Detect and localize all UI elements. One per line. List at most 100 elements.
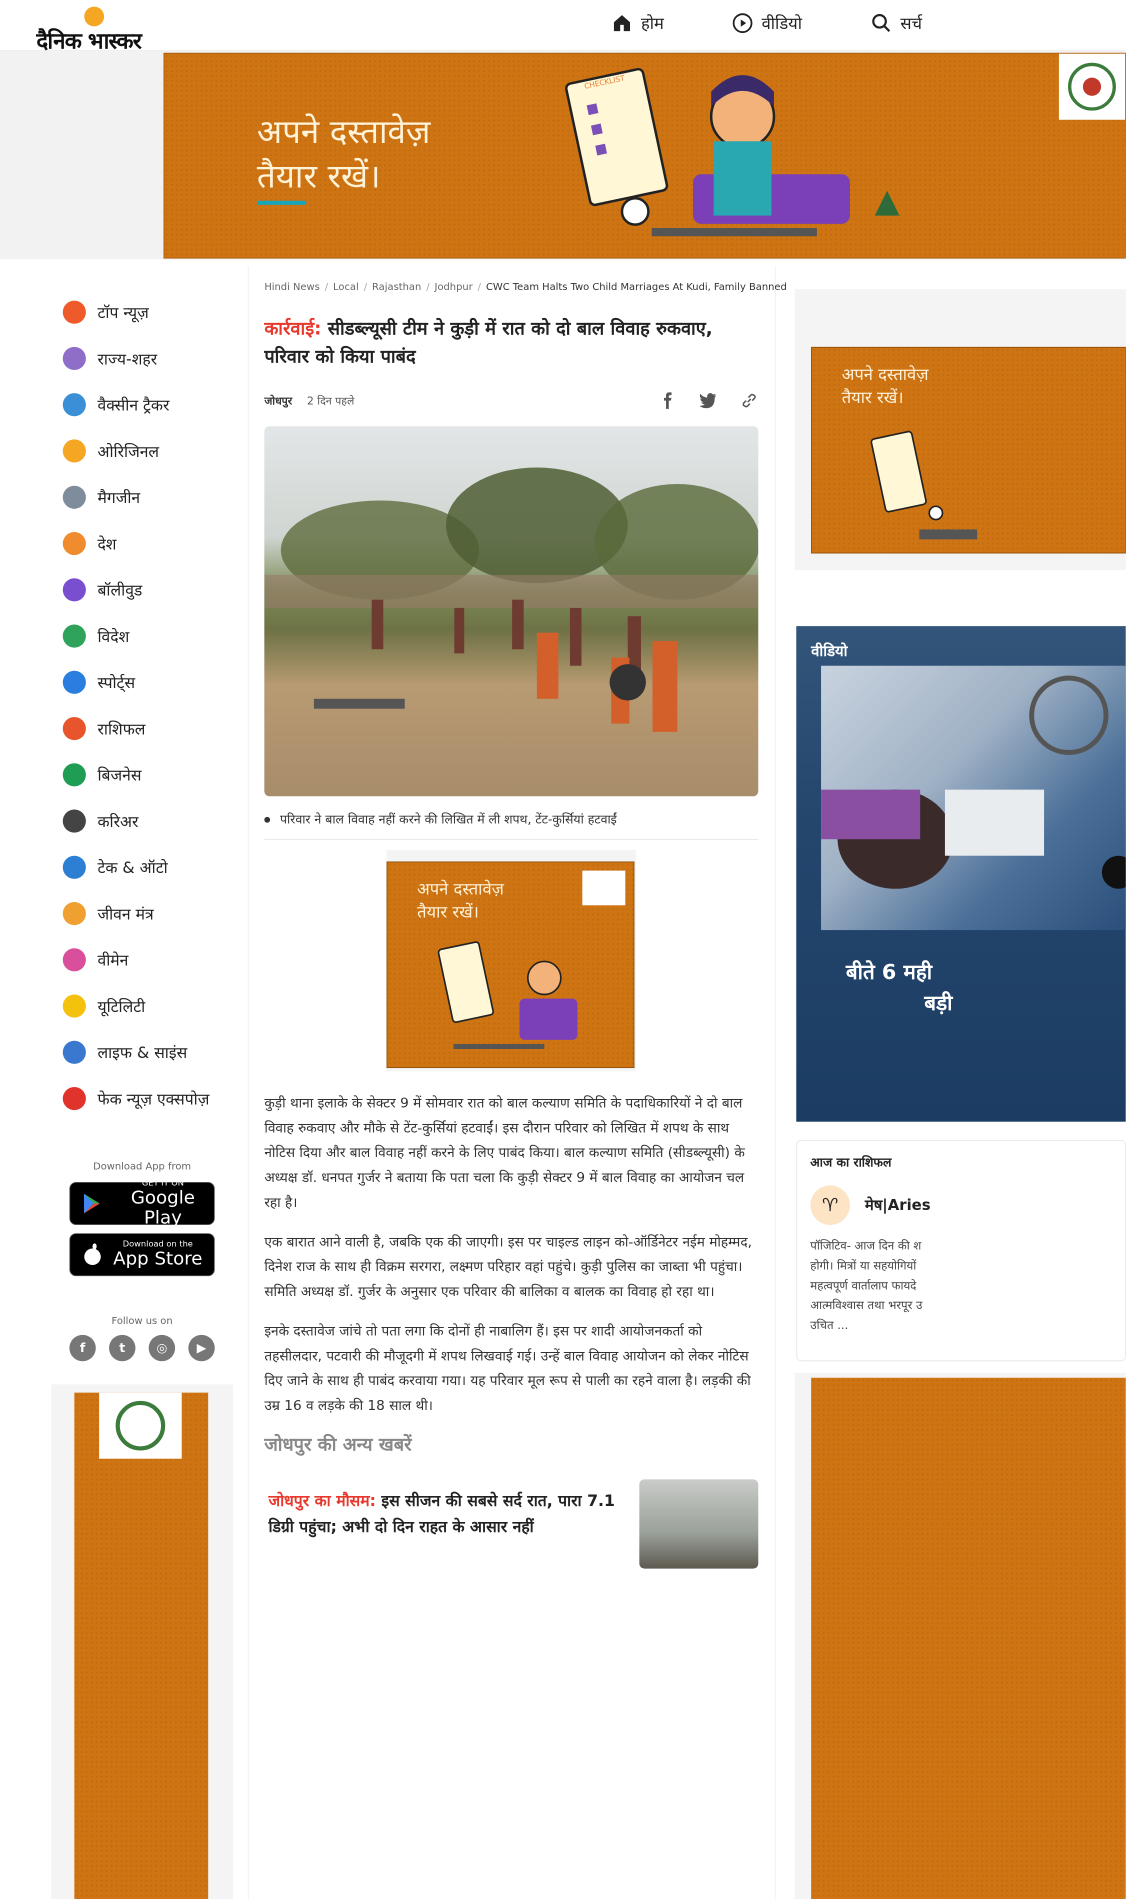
sidebar-item-label: बिजनेस (97, 766, 142, 785)
sidebar-item-label: वीमेन (97, 951, 129, 970)
video-widget[interactable]: वीडियो बीते 6 मही बड़ी (796, 626, 1126, 1122)
related-story-title: जोधपुर का मौसम: इस सीजन की सबसे सर्द रात… (268, 1479, 623, 1568)
sidebar-item[interactable]: जीवन मंत्र (50, 890, 248, 936)
video-thumbnail (821, 665, 1126, 931)
sidebar-item[interactable]: वैक्सीन ट्रैकर (50, 382, 248, 428)
article-headline: कार्रवाई: सीडब्ल्यूसी टीम ने कुड़ी में र… (264, 316, 758, 372)
right-ad-banner-2[interactable] (811, 1377, 1126, 1899)
ad-line-2: तैयार रखें। (417, 901, 479, 922)
rupee-icon (62, 763, 86, 787)
nav-video-label: वीडियो (761, 13, 803, 34)
sidebar-item[interactable]: यूटिलिटी (50, 983, 248, 1029)
sidebar-item[interactable]: वीमेन (50, 937, 248, 983)
video-caption-line-2: बड़ी (924, 991, 953, 1016)
rashifal-line: उचित ... (810, 1319, 849, 1333)
nav-home[interactable]: होम (611, 12, 664, 34)
sidebar-item-label: स्पोर्ट्स (97, 674, 136, 693)
instagram-icon[interactable]: ◎ (148, 1334, 176, 1362)
twitter-icon[interactable] (699, 392, 717, 410)
column-divider (774, 265, 776, 1899)
nav-search[interactable]: सर्च (871, 12, 922, 34)
sidebar-item-label: जीवन मंत्र (97, 905, 154, 924)
original-icon (62, 439, 86, 463)
sidebar-item[interactable]: मैगजीन (50, 474, 248, 520)
sidebar-item[interactable]: करिअर (50, 798, 248, 844)
sidebar-item[interactable]: बिजनेस (50, 752, 248, 798)
facebook-icon[interactable]: f (69, 1334, 96, 1362)
mid-ad-banner[interactable]: अपने दस्तावेज़ तैयार रखें। (386, 861, 635, 1069)
search-icon (872, 13, 891, 32)
banner-text: अपने दस्तावेज़ तैयार रखें। (257, 110, 431, 199)
headline-text: सीडब्ल्यूसी टीम ने कुड़ी में रात को दो ब… (264, 318, 713, 368)
book-icon (62, 901, 86, 926)
right-ad-banner[interactable]: अपने दस्तावेज़ तैयार रखें। (811, 346, 1126, 554)
breadcrumb-item[interactable]: Local (333, 281, 359, 293)
image-caption: परिवार ने बाल विवाह नहीं करने की लिखित म… (264, 811, 758, 828)
breadcrumb-current: CWC Team Halts Two Child Marriages At Ku… (485, 280, 787, 293)
globe-icon (62, 624, 86, 648)
site-logo[interactable]: दैनिक भास्कर (36, 6, 160, 55)
ad-text: अपने दस्तावेज़ तैयार रखें। (842, 363, 929, 409)
headline-kicker: कार्रवाई: (264, 318, 322, 340)
graduation-cap-icon (62, 809, 86, 833)
income-tax-seal (582, 870, 626, 906)
left-ad-banner[interactable] (74, 1392, 209, 1899)
youtube-icon[interactable]: ▶ (188, 1334, 215, 1362)
google-play-icon (84, 1193, 100, 1214)
sidebar-item-label: टॉप न्यूज़ (97, 303, 149, 323)
sidebar-item-label: देश (97, 535, 117, 554)
ad-line-2: तैयार रखें। (841, 387, 904, 408)
breadcrumb: Hindi News / Local / Rajasthan / Jodhpur / C… (264, 280, 787, 293)
sidebar-item[interactable]: लाइफ & साइंस (50, 1029, 248, 1075)
sidebar-item[interactable]: टॉप न्यूज़ (50, 289, 248, 335)
runner-icon (62, 670, 86, 694)
zodiac-icon (62, 716, 86, 741)
magazine-icon (62, 485, 86, 509)
sidebar-item-label: टेक & ऑटो (97, 859, 168, 878)
app-store-button[interactable]: Download on the App Store (69, 1233, 215, 1277)
download-label: Download App from (93, 1160, 192, 1173)
ad-text: अपने दस्तावेज़ तैयार रखें। (417, 877, 504, 923)
india-gate-icon (62, 531, 86, 556)
hero-photo (264, 467, 759, 732)
breadcrumb-item[interactable]: Hindi News (264, 281, 319, 293)
sidebar-item[interactable]: विदेश (50, 613, 248, 659)
nav-video[interactable]: वीडियो (732, 12, 802, 34)
sidebar-item[interactable]: बॉलीवुड (50, 567, 248, 613)
article-paragraph: कुड़ी थाना इलाके के सेक्टर 9 में सोमवार … (264, 1095, 745, 1211)
link-icon[interactable] (740, 392, 758, 410)
facebook-icon[interactable] (659, 392, 676, 410)
top-ad-banner[interactable]: अपने दस्तावेज़ तैयार रखें। CHECKLIST (163, 52, 1126, 259)
breadcrumb-item[interactable]: Rajasthan (372, 281, 421, 293)
article-body: कुड़ी थाना इलाके के सेक्टर 9 में सोमवार … (264, 1091, 758, 1418)
rashifal-sign[interactable]: ♈ मेष|Aries (810, 1185, 1111, 1225)
sidebar-item[interactable]: राज्य-शहर (50, 335, 248, 381)
sidebar-item[interactable]: राशिफल (50, 705, 248, 751)
sidebar-item[interactable]: देश (50, 520, 248, 566)
sidebar-item[interactable]: फेक न्यूज़ एक्सपोज़ (50, 1075, 248, 1121)
video-caption: बीते 6 मही बड़ी (846, 957, 953, 1020)
flame-icon (62, 300, 86, 324)
breadcrumb-item[interactable]: Jodhpur (435, 281, 473, 293)
mid-ad-area: अपने दस्तावेज़ तैयार रखें। (386, 849, 637, 1072)
sidebar-item[interactable]: ओरिजिनल (50, 428, 248, 474)
sidebar-item-label: मैगजीन (97, 488, 141, 508)
tech-auto-icon (62, 855, 86, 879)
related-story[interactable]: जोधपुर का मौसम: इस सीजन की सबसे सर्द रात… (264, 1479, 759, 1569)
banner-line-1: अपने दस्तावेज़ (256, 113, 431, 152)
rashifal-sign-name: मेष|Aries (864, 1196, 931, 1215)
google-play-button[interactable]: GET IT ON Google Play (69, 1179, 215, 1228)
twitter-icon[interactable]: t (109, 1334, 136, 1362)
rashifal-widget[interactable]: आज का राशिफल ♈ मेष|Aries पॉजिटिव- आज दिन… (796, 1139, 1126, 1362)
checklist-illustration (870, 430, 978, 540)
clapperboard-icon (62, 578, 86, 602)
follow-label: Follow us on (111, 1314, 173, 1327)
video-caption-line-1: बीते 6 मही (845, 959, 933, 984)
video-thumbnail-art (821, 675, 1126, 889)
income-tax-seal (99, 1392, 182, 1459)
sidebar-item[interactable]: स्पोर्ट्स (50, 659, 248, 705)
article-city[interactable]: जोधपुर (264, 393, 292, 408)
sidebar-item[interactable]: टेक & ऑटो (50, 844, 248, 890)
sidebar-item-label: लाइफ & साइंस (97, 1044, 188, 1063)
sidebar-item-label: राज्य-शहर (97, 350, 158, 369)
